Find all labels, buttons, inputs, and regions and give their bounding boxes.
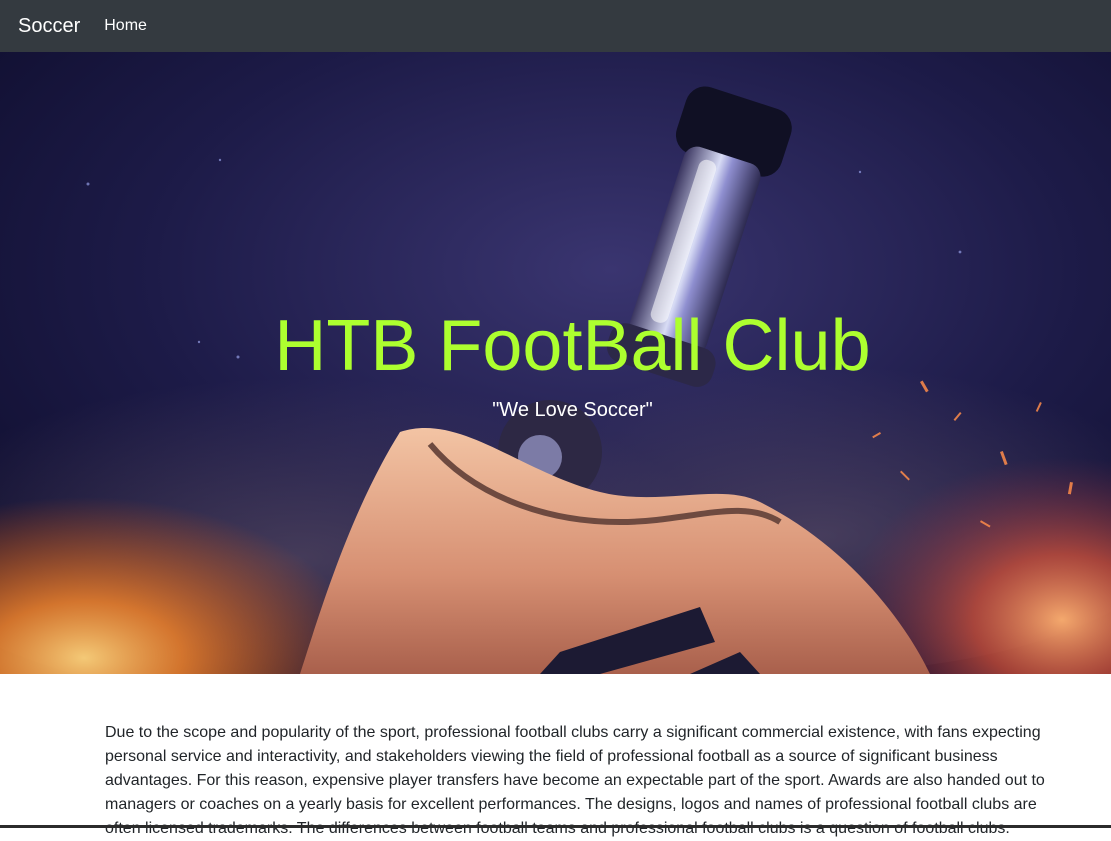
hero-banner: HTB FootBall Club "We Love Soccer" <box>0 52 1111 674</box>
hero-title: HTB FootBall Club <box>274 306 871 386</box>
intro-paragraph: Due to the scope and popularity of the s… <box>105 724 1045 837</box>
main-content: Due to the scope and popularity of the s… <box>105 721 1050 841</box>
navbar: Soccer Home <box>0 0 1111 52</box>
hero-subtitle: "We Love Soccer" <box>492 399 653 421</box>
nav-link-home[interactable]: Home <box>104 17 147 35</box>
navbar-brand[interactable]: Soccer <box>18 15 80 38</box>
